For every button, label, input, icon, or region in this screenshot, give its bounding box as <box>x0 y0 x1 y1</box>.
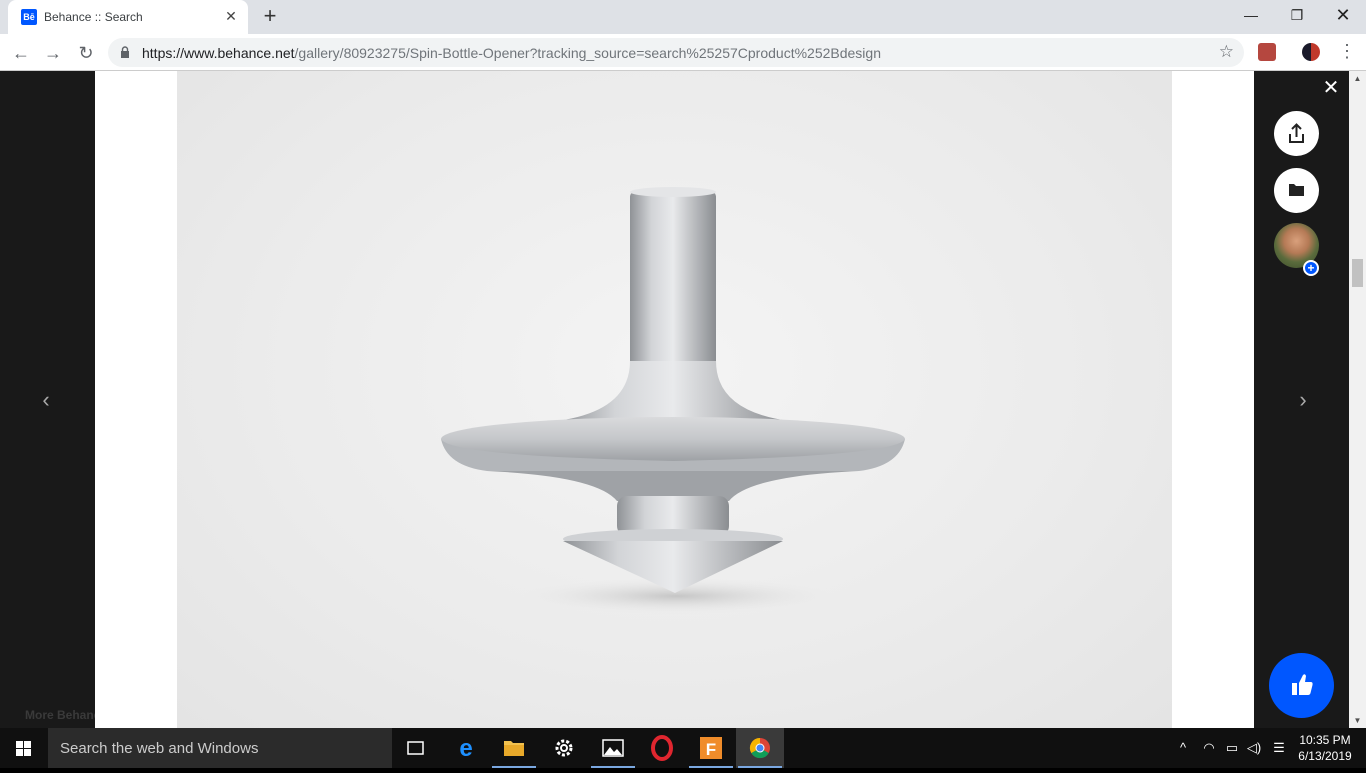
reload-button[interactable]: ↻ <box>73 40 99 66</box>
behance-favicon-icon: Bē <box>21 9 37 25</box>
url-text: https://www.behance.net/gallery/80923275… <box>142 45 881 61</box>
chrome-taskbar-button[interactable] <box>736 728 784 768</box>
previous-project-arrow-icon[interactable]: ‹ <box>31 385 61 415</box>
pdf-extension-icon[interactable] <box>1258 43 1276 61</box>
chrome-icon <box>749 737 770 759</box>
restore-button[interactable]: ❐ <box>1274 0 1320 30</box>
clock-date: 6/13/2019 <box>1298 749 1352 763</box>
task-view-button[interactable] <box>392 728 440 768</box>
new-tab-button[interactable]: + <box>258 5 282 29</box>
notification-center-icon[interactable]: ☰ <box>1268 728 1290 768</box>
url-host: https://www.behance.net <box>142 45 295 61</box>
fusion-taskbar-button[interactable]: F <box>687 728 735 768</box>
back-button[interactable]: ← <box>8 40 34 66</box>
svg-text:e: e <box>459 735 472 762</box>
tab-bar: Bē Behance :: Search ✕ + — ❐ ✕ <box>0 0 1366 34</box>
forward-button[interactable]: → <box>40 40 66 66</box>
spinning-top-image <box>441 187 905 614</box>
file-explorer-taskbar-button[interactable] <box>490 728 538 768</box>
settings-taskbar-button[interactable] <box>540 728 588 768</box>
edge-taskbar-button[interactable]: e <box>442 728 490 768</box>
address-bar[interactable]: https://www.behance.net/gallery/80923275… <box>108 38 1244 67</box>
folder-icon <box>504 741 524 756</box>
tab-close-icon[interactable]: ✕ <box>223 8 239 24</box>
next-project-arrow-icon[interactable]: › <box>1288 385 1318 415</box>
thumbs-up-icon <box>1292 674 1313 695</box>
chrome-menu-icon[interactable]: ⋮ <box>1338 42 1356 60</box>
svg-text:F: F <box>706 740 716 759</box>
close-project-icon[interactable]: ✕ <box>1320 77 1342 99</box>
opera-icon <box>651 735 673 761</box>
url-path: /gallery/80923275/Spin-Bottle-Opener?tra… <box>294 45 881 61</box>
save-to-collection-button[interactable] <box>1274 168 1319 213</box>
taskbar-clock[interactable]: 10:35 PM 6/13/2019 <box>1290 732 1360 764</box>
opera-taskbar-button[interactable] <box>638 728 686 768</box>
tab-title: Behance :: Search <box>44 10 143 24</box>
project-content <box>95 71 1254 728</box>
battery-icon[interactable]: ▭ <box>1221 728 1243 768</box>
wifi-icon[interactable]: ◠ <box>1198 728 1220 768</box>
folder-icon <box>1289 184 1304 196</box>
task-view-icon <box>407 741 424 755</box>
project-viewer-page: More Behance ‹ › ✕ + ▲ ▼ <box>0 71 1366 728</box>
follow-plus-icon[interactable]: + <box>1303 260 1319 276</box>
start-button[interactable] <box>0 728 48 768</box>
windows-logo-icon <box>16 741 31 756</box>
spinning-top-photo <box>177 71 1172 728</box>
scroll-up-arrow-icon[interactable]: ▲ <box>1349 71 1366 86</box>
edge-icon: e <box>459 735 472 762</box>
appreciate-button[interactable] <box>1269 653 1334 718</box>
photos-icon <box>602 739 624 757</box>
show-hidden-icons-button[interactable]: ^ <box>1172 728 1194 768</box>
photos-taskbar-button[interactable] <box>589 728 637 768</box>
bookmark-star-icon[interactable]: ☆ <box>1219 42 1234 62</box>
browser-toolbar: ← → ↻ https://www.behance.net/gallery/80… <box>0 34 1366 71</box>
minimize-button[interactable]: — <box>1228 0 1274 30</box>
gear-icon <box>555 739 573 757</box>
page-scrollbar[interactable]: ▲ ▼ <box>1349 71 1366 728</box>
scroll-thumb[interactable] <box>1352 259 1363 287</box>
tab-behance-search[interactable]: Bē Behance :: Search ✕ <box>8 0 248 34</box>
share-button[interactable] <box>1274 111 1319 156</box>
profile-extension-icon[interactable] <box>1302 43 1320 61</box>
clock-time: 10:35 PM <box>1299 733 1351 747</box>
fusion-app-icon: F <box>700 737 722 759</box>
scroll-down-arrow-icon[interactable]: ▼ <box>1349 713 1366 728</box>
windows-taskbar: Search the web and Windows e F ^ ◠ ▭ ◁) … <box>0 728 1366 768</box>
taskbar-search-placeholder: Search the web and Windows <box>60 740 259 757</box>
window-close-button[interactable]: ✕ <box>1320 0 1366 30</box>
lock-icon <box>121 46 129 58</box>
volume-icon[interactable]: ◁) <box>1243 728 1265 768</box>
share-icon <box>1289 123 1304 143</box>
taskbar-search-box[interactable]: Search the web and Windows <box>48 728 392 768</box>
